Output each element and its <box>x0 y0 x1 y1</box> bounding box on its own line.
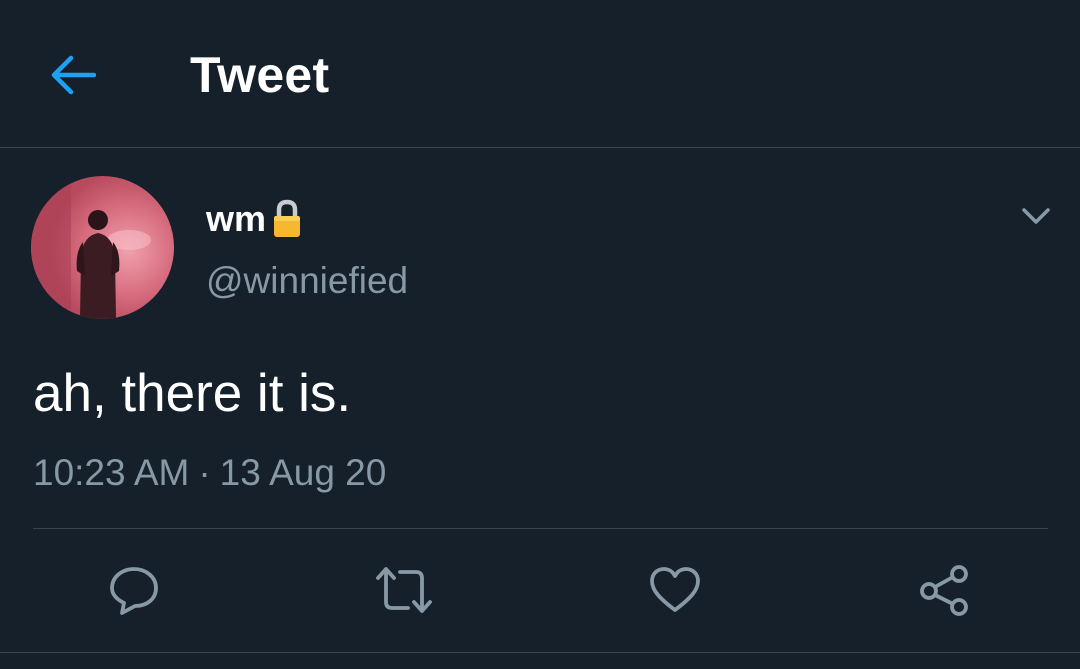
retweet-icon <box>376 567 432 613</box>
arrow-left-icon <box>51 55 96 95</box>
page-title: Tweet <box>190 47 330 103</box>
author-name-row[interactable]: wm <box>206 196 304 242</box>
back-button[interactable] <box>44 48 102 102</box>
tweet-text: ah, there it is. <box>33 364 352 423</box>
user-handle[interactable]: @winniefied <box>206 258 408 304</box>
tweet-time: 10:23 AM <box>33 452 190 493</box>
divider <box>0 652 1080 653</box>
display-name: wm <box>206 198 267 239</box>
action-bar <box>0 530 1080 650</box>
chevron-down-icon <box>1022 208 1050 224</box>
lock-icon <box>270 198 304 240</box>
avatar[interactable] <box>31 176 174 319</box>
divider <box>33 528 1048 529</box>
share-button[interactable] <box>914 560 974 620</box>
tweet-date: 13 Aug 20 <box>219 452 387 493</box>
like-button[interactable] <box>645 560 705 620</box>
more-options-button[interactable] <box>1012 196 1060 236</box>
reply-button[interactable] <box>104 560 164 620</box>
retweet-button[interactable] <box>374 560 434 620</box>
heart-icon <box>650 567 700 612</box>
tweet-timestamp: 10:23 AM · 13 Aug 20 <box>33 450 386 496</box>
reply-icon <box>110 567 158 615</box>
separator-dot: · <box>198 452 211 493</box>
avatar-image <box>31 176 174 319</box>
top-bar: Tweet <box>0 0 1080 148</box>
share-icon <box>920 565 968 616</box>
